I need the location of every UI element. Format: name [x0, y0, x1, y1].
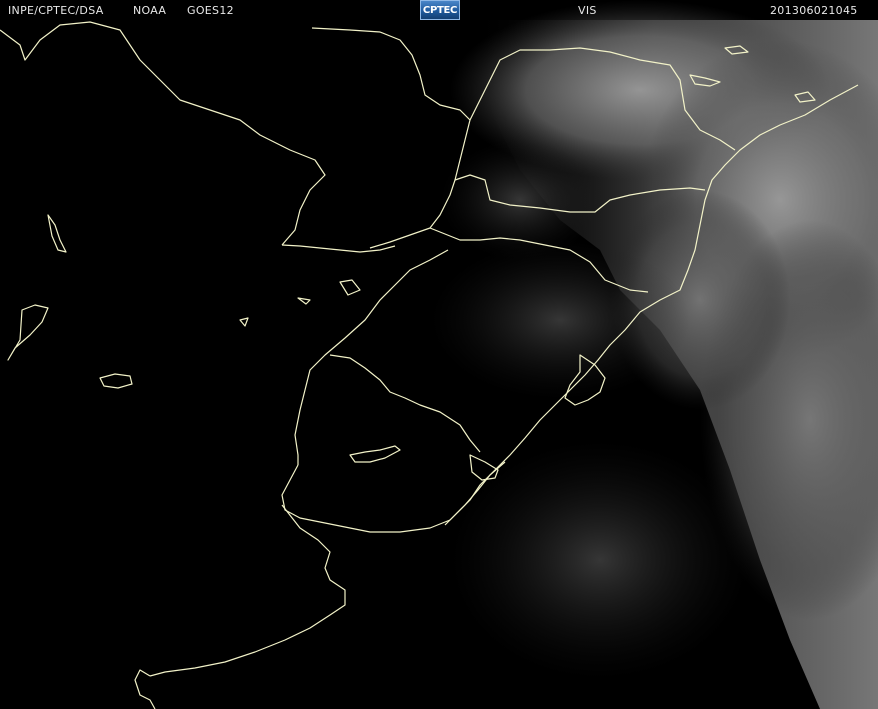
channel-label: VIS: [578, 4, 597, 17]
operator-label: NOAA: [133, 4, 167, 17]
satellite-image: [0, 0, 878, 709]
cloud-field: [430, 0, 878, 709]
cptec-logo-text: CPTEC: [422, 4, 458, 16]
satellite-label: GOES12: [187, 4, 234, 17]
agency-label: INPE/CPTEC/DSA: [8, 4, 104, 17]
timestamp-label: 201306021045: [770, 4, 858, 17]
cptec-logo: CPTEC: [420, 0, 460, 20]
